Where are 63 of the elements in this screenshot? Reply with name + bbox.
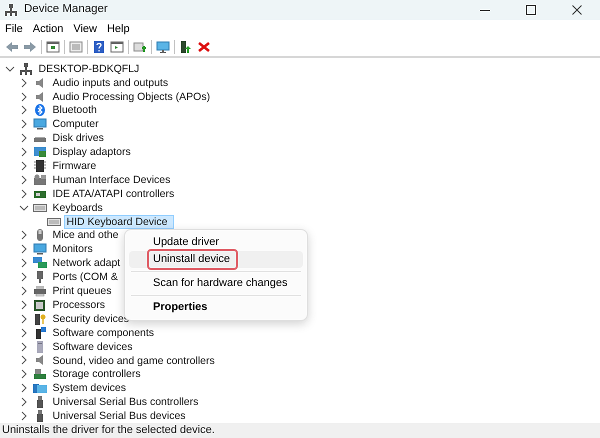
forward-icon[interactable]	[22, 41, 37, 54]
tree-item[interactable]: Display adaptors	[50, 145, 134, 160]
tree-item[interactable]: Audio Processing Objects (APOs)	[50, 90, 214, 104]
scan-icon[interactable]	[132, 41, 147, 54]
help-icon[interactable]	[92, 41, 106, 54]
tree-item[interactable]: Universal Serial Bus controllers	[50, 395, 202, 410]
tree-item[interactable]: IDE ATA/ATAPI controllers	[50, 186, 178, 201]
tree-item[interactable]: HID Keyboard Device	[64, 214, 174, 229]
window-icon[interactable]	[46, 41, 60, 54]
input-device-icon	[32, 174, 47, 186]
menu-item[interactable]: Help	[102, 21, 135, 38]
tree-item[interactable]: Print queues	[50, 284, 114, 298]
display-card-icon	[32, 146, 47, 158]
tree-item[interactable]: Mice and othe	[50, 228, 122, 242]
keyboard-icon	[32, 202, 47, 214]
menu-item[interactable]: Update driver	[129, 234, 303, 251]
tree-item[interactable]: Computer	[50, 117, 102, 132]
tree-item[interactable]: Storage controllers	[50, 367, 144, 382]
tree-item[interactable]: Software devices	[50, 340, 136, 354]
printer-icon	[32, 285, 47, 298]
tree-item[interactable]: Network adapt	[50, 256, 124, 270]
tree-item[interactable]: Sound, video and game controllers	[50, 354, 218, 368]
close-icon[interactable]	[572, 5, 582, 15]
menu-item[interactable]: Scan for hardware changes	[129, 274, 303, 292]
tree-item[interactable]: Universal Serial Bus devices	[50, 409, 189, 424]
status-text: Uninstalls the driver for the selected device.	[0, 423, 600, 438]
monitor-icon	[32, 118, 47, 130]
maximize-icon[interactable]	[526, 5, 536, 15]
tree-item[interactable]: DESKTOP-BDKQFLJ	[36, 62, 142, 76]
tree-item[interactable]: Ports (COM &	[50, 270, 121, 284]
back-icon[interactable]	[4, 41, 19, 54]
tree-item[interactable]: System devices	[50, 381, 130, 396]
tree-item[interactable]: Software components	[50, 326, 158, 340]
delete-icon[interactable]	[196, 41, 211, 54]
processor-icon	[32, 298, 47, 311]
keyboard-icon	[46, 216, 61, 228]
computer-icon	[18, 62, 33, 75]
storage-icon	[32, 368, 47, 380]
tree-item[interactable]: Disk drives	[50, 131, 107, 146]
network-icon	[32, 257, 47, 270]
tree-item[interactable]: Audio inputs and outputs	[50, 76, 172, 90]
menu-item[interactable]: View	[68, 21, 102, 38]
security-key-icon	[32, 312, 47, 325]
update-driver-icon[interactable]	[178, 41, 193, 54]
menu-item[interactable]: Properties	[129, 298, 303, 316]
monitor-icon[interactable]	[156, 41, 170, 54]
list-icon[interactable]	[68, 41, 83, 54]
panel-icon[interactable]	[110, 41, 124, 54]
menu-item[interactable]: Action	[28, 21, 68, 38]
tree-item[interactable]: Human Interface Devices	[50, 172, 174, 187]
menu-item[interactable]: Uninstall device	[129, 250, 303, 268]
menu-item[interactable]: File	[0, 21, 28, 38]
monitor-icon	[32, 243, 47, 256]
bluetooth-icon	[32, 104, 47, 116]
tree-item[interactable]: Bluetooth	[50, 103, 100, 118]
app-icon	[4, 4, 18, 16]
window-title: Device Manager	[24, 2, 109, 18]
chip-icon	[32, 160, 47, 172]
system-icon	[32, 382, 47, 394]
tree-item[interactable]: Monitors	[50, 242, 96, 256]
tree-item[interactable]: Firmware	[50, 159, 100, 174]
tree-item[interactable]: Processors	[50, 298, 108, 312]
tree-item[interactable]: Keyboards	[50, 200, 106, 215]
